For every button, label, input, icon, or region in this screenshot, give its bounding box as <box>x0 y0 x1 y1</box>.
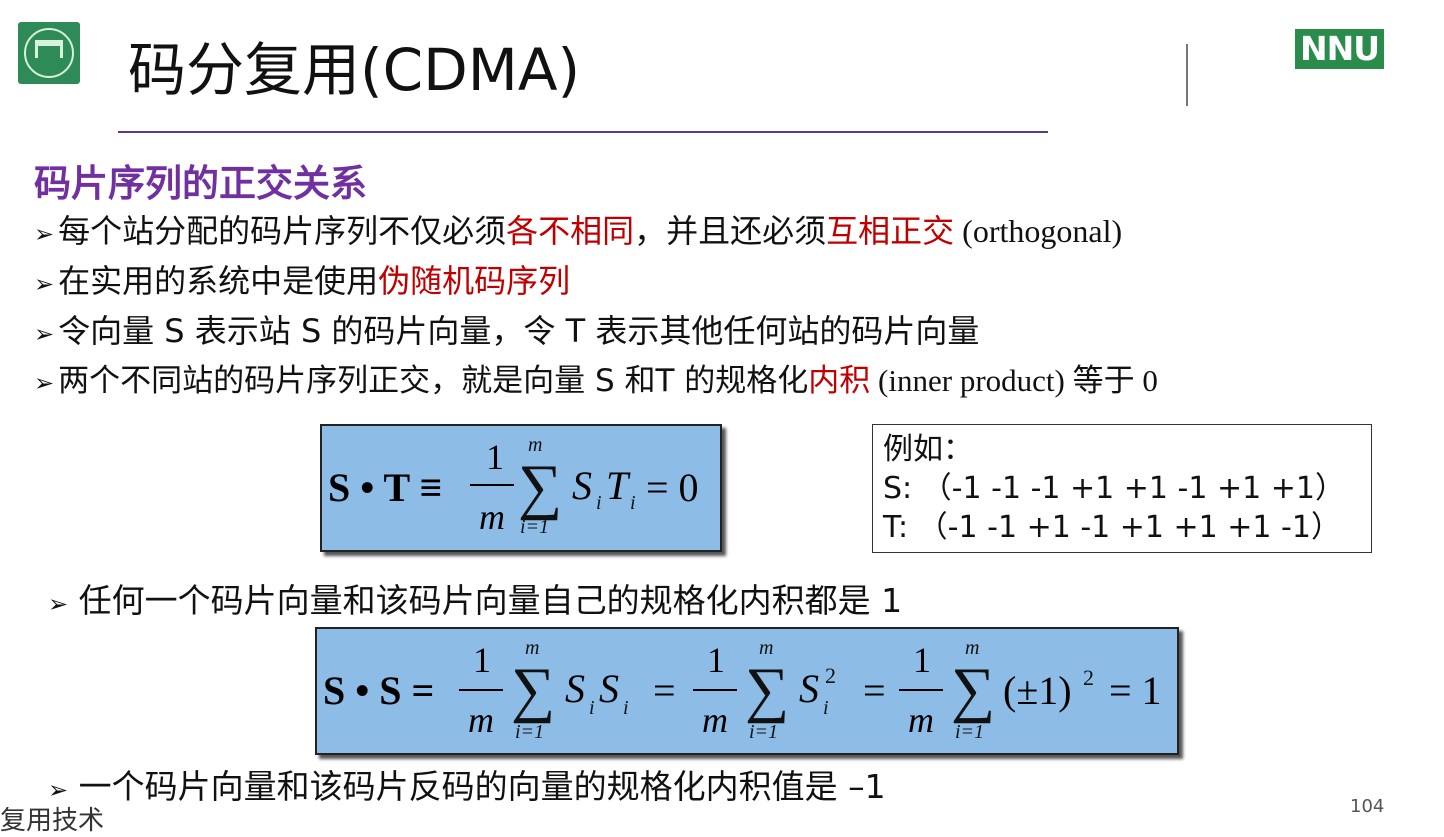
term-superscript: 2 <box>825 663 836 688</box>
fraction-bar <box>470 484 514 486</box>
bullet-text: ，并且还必须 <box>634 212 827 250</box>
arrow-bullet-icon: ➢ <box>34 220 55 248</box>
arrow-bullet-icon: ➢ <box>34 369 55 397</box>
highlight-text: 伪随机码序列 <box>378 262 571 300</box>
sigma-symbol: ∑ <box>745 656 790 724</box>
title-underline <box>118 131 1048 133</box>
sigma-symbol: ∑ <box>951 656 996 724</box>
formula-lhs: S • S = <box>323 668 435 713</box>
example-label: 例如： <box>883 432 973 467</box>
highlight-text: 各不相同 <box>506 212 635 250</box>
example-t-sequence: T: （-1 -1 +1 -1 +1 +1 +1 -1） <box>883 510 1341 545</box>
bullet-self-product: ➢ 任何一个码片向量和该码片向量自己的规格化内积都是 1 <box>48 574 902 622</box>
arrow-bullet-icon: ➢ <box>34 270 55 298</box>
term-s: S <box>599 666 619 711</box>
fraction-numerator: 1 <box>707 640 725 680</box>
bullet-inverse-product: ➢ 一个码片向量和该码片反码的向量的规格化内积值是 –1 <box>48 760 886 808</box>
fraction-denominator: m <box>908 700 934 740</box>
term-s: S <box>565 666 585 711</box>
term-subscript: i <box>589 697 595 719</box>
bullet-orthogonal: ➢ 每个站分配的码片序列不仅必须各不相同，并且还必须互相正交 (orthogona… <box>34 209 1122 256</box>
formula-self-product: S • S = 1 m m ∑ i=1 S i S i = 1 m m ∑ i=… <box>315 627 1179 755</box>
sigma-symbol: ∑ <box>518 453 563 521</box>
fraction-numerator: 1 <box>913 640 931 680</box>
fraction-bar <box>459 689 503 691</box>
sum-lower-limit: i=1 <box>520 516 550 538</box>
sum-lower-limit: i=1 <box>749 721 779 743</box>
formula-rhs: = 0 <box>646 465 699 510</box>
fraction-denominator: m <box>468 700 494 740</box>
arrow-bullet-icon: ➢ <box>48 590 69 618</box>
highlight-text: 内积 <box>808 363 871 399</box>
nnu-logo: NNU <box>1295 29 1384 69</box>
highlight-text: 互相正交 <box>826 212 955 250</box>
fraction-numerator: 1 <box>486 437 504 477</box>
formula-lhs: S • T ≡ <box>328 465 443 510</box>
term-t-subscript: i <box>630 492 636 514</box>
term-s: S <box>799 666 819 711</box>
term-subscript: i <box>623 697 629 719</box>
term-s-subscript: i <box>596 492 602 514</box>
bullet-text: (inner product) 等于 0 <box>870 363 1158 398</box>
sum-lower-limit: i=1 <box>515 721 545 743</box>
formula-rhs: = 1 <box>1109 668 1162 713</box>
term-subscript: i <box>823 697 829 719</box>
equals-sign: = <box>653 668 676 713</box>
term-s: S <box>572 463 592 508</box>
arrow-bullet-icon: ➢ <box>34 320 55 348</box>
footer-chapter: 复用技术 <box>0 806 105 836</box>
equals-sign: = <box>863 668 886 713</box>
section-heading: 码片序列的正交关系 <box>34 162 367 205</box>
fraction-denominator: m <box>702 700 728 740</box>
bullet-text: 一个码片向量和该码片反码的向量的规格化内积值是 –1 <box>78 767 886 806</box>
fraction-bar <box>693 689 737 691</box>
bullet-vector-def: ➢ 令向量 S 表示站 S 的码片向量，令 T 表示其他任何站的码片向量 <box>34 309 979 356</box>
bullet-pseudorandom: ➢ 在实用的系统中是使用伪随机码序列 <box>34 259 570 306</box>
slide-title: 码分复用(CDMA) <box>128 36 581 104</box>
example-s-sequence: S: （-1 -1 -1 +1 +1 -1 +1 +1） <box>883 471 1345 506</box>
plus-minus-one: (±1) <box>1003 668 1072 713</box>
fraction-denominator: m <box>479 497 505 537</box>
term-superscript: 2 <box>1083 665 1094 690</box>
example-box: 例如： S: （-1 -1 -1 +1 +1 -1 +1 +1） T: （-1 … <box>872 424 1372 553</box>
sum-lower-limit: i=1 <box>955 721 985 743</box>
term-t: T <box>606 463 629 508</box>
bullet-text: 两个不同站的码片序列正交，就是向量 S 和T 的规格化 <box>58 363 809 399</box>
formula-orthogonal: S • T ≡ 1 m m ∑ i=1 S i T i = 0 <box>320 424 722 552</box>
bullet-text: 任何一个码片向量和该码片向量自己的规格化内积都是 1 <box>78 581 903 620</box>
bullet-inner-product: ➢ 两个不同站的码片序列正交，就是向量 S 和T 的规格化内积 (inner pr… <box>34 359 1158 405</box>
bullet-text: 每个站分配的码片序列不仅必须 <box>58 212 507 250</box>
bullet-text: 在实用的系统中是使用 <box>58 262 379 300</box>
university-logo <box>18 22 80 84</box>
sigma-symbol: ∑ <box>511 656 556 724</box>
bullet-text: (orthogonal) <box>954 213 1123 249</box>
page-number: 104 <box>1350 796 1385 817</box>
fraction-numerator: 1 <box>473 640 491 680</box>
header-divider <box>1186 44 1188 106</box>
bullet-text: 令向量 S 表示站 S 的码片向量，令 T 表示其他任何站的码片向量 <box>58 312 980 350</box>
fraction-bar <box>899 689 943 691</box>
